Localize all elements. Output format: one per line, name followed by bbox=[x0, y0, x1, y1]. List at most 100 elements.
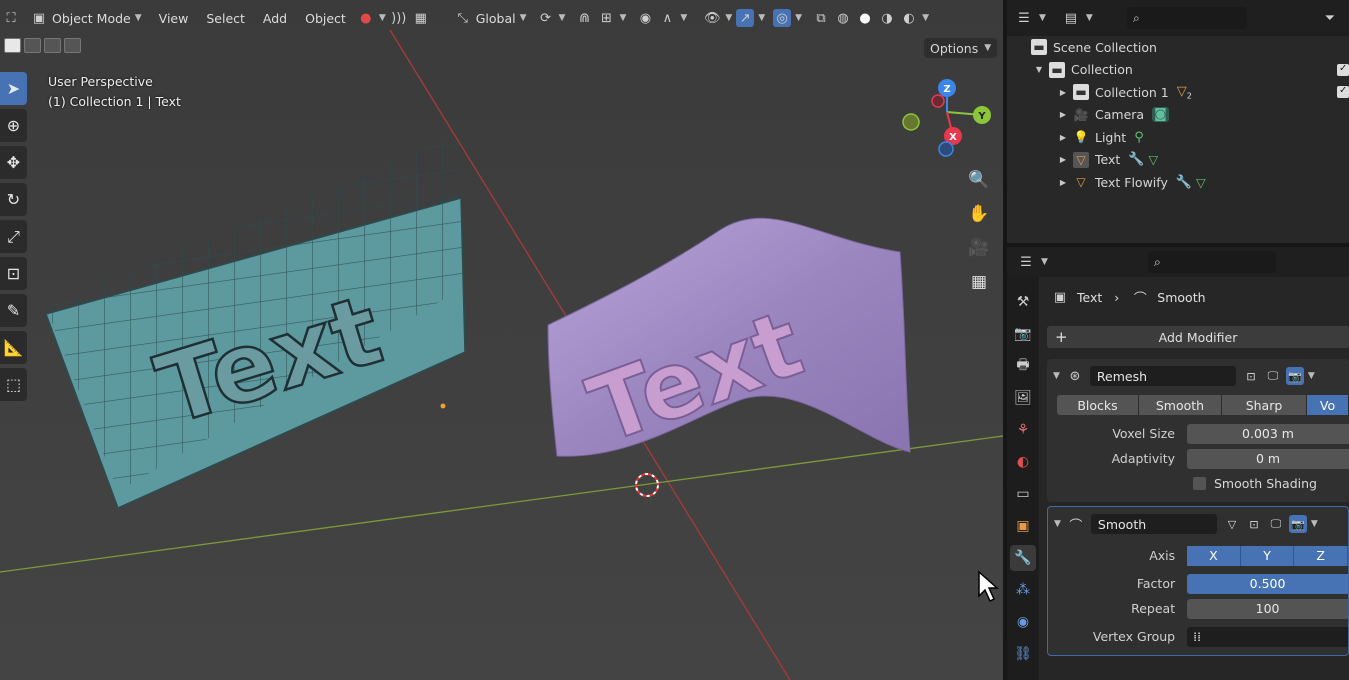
outliner-item-text[interactable]: ▶ ▽ Text 🔧 ▽ bbox=[1007, 149, 1349, 172]
select-intersect-icon[interactable] bbox=[64, 38, 81, 53]
axis-z-toggle[interactable]: Z bbox=[1294, 545, 1348, 566]
display-mode-icon[interactable]: ▤ bbox=[1062, 9, 1080, 27]
3d-viewport[interactable]: Text Text Z Y X ⛶ ▣ Object Mode ▼ View S… bbox=[0, 0, 1003, 680]
tool-tab-icon[interactable]: ⚒ bbox=[1010, 289, 1036, 315]
adaptivity-field[interactable]: 0 m bbox=[1187, 448, 1349, 469]
falloff-icon[interactable]: ))) bbox=[390, 9, 408, 27]
outliner-search-input[interactable]: ⌕ bbox=[1126, 7, 1247, 29]
visibility-icon[interactable]: 👁 bbox=[703, 9, 721, 27]
mesh-data-icon[interactable]: ▽ bbox=[1148, 152, 1158, 167]
factor-slider[interactable]: 0.500 bbox=[1187, 573, 1348, 594]
exclude-checkbox[interactable] bbox=[1337, 63, 1349, 76]
exclude-checkbox[interactable] bbox=[1337, 85, 1349, 99]
edit-mode-icon[interactable]: ⊡ bbox=[1242, 367, 1260, 385]
snap-icon[interactable]: ⋒ bbox=[575, 9, 593, 27]
menu-add[interactable]: Add bbox=[256, 6, 294, 30]
expand-arrow-icon[interactable]: ▶ bbox=[1057, 155, 1069, 164]
outliner-item-light[interactable]: ▶ 💡 Light ⚲ bbox=[1007, 126, 1349, 149]
particles-tab-icon[interactable]: ⁂ bbox=[1010, 577, 1036, 603]
snap-target-icon[interactable]: ⊞ bbox=[597, 9, 615, 27]
mode-dropdown[interactable]: ▣ Object Mode ▼ bbox=[24, 6, 148, 30]
add-modifier-button[interactable]: + Add Modifier bbox=[1047, 326, 1349, 348]
collection-row[interactable]: ▼ ▬ Collection bbox=[1007, 59, 1349, 82]
viewport-display-icon[interactable]: 🖵 bbox=[1267, 515, 1285, 533]
measure-tool-icon[interactable]: 📐 bbox=[0, 331, 27, 364]
view-layer-tab-icon[interactable]: 🖼 bbox=[1010, 385, 1036, 411]
editor-type-icon[interactable]: ⛶ bbox=[2, 9, 20, 27]
selection-mode-buttons[interactable] bbox=[4, 38, 81, 53]
solid-shading-icon[interactable]: ● bbox=[856, 9, 874, 27]
camera-data-icon[interactable]: ◙ bbox=[1152, 107, 1169, 123]
outliner-item-collection-1[interactable]: ▶ ▬ Collection 1 ▽2 bbox=[1007, 81, 1349, 104]
wrench-icon[interactable]: 🔧 bbox=[1176, 175, 1192, 190]
properties-search-input[interactable]: ⌕ bbox=[1147, 251, 1276, 273]
pan-hand-icon[interactable]: ✋ bbox=[964, 200, 994, 228]
chevron-down-icon[interactable]: ▼ bbox=[680, 13, 687, 23]
render-camera-icon[interactable]: 📷 bbox=[1288, 515, 1307, 533]
expand-arrow-icon[interactable]: ▼ bbox=[1033, 65, 1045, 74]
move-tool-icon[interactable]: ✥ bbox=[0, 146, 27, 179]
material-shading-icon[interactable]: ◑ bbox=[878, 9, 896, 27]
wrench-icon[interactable]: 🔧 bbox=[1128, 152, 1144, 167]
render-tab-icon[interactable]: 📷 bbox=[1010, 321, 1036, 347]
chevron-down-icon[interactable]: ▼ bbox=[725, 13, 732, 23]
axis-x-toggle[interactable]: X bbox=[1187, 545, 1241, 566]
mesh-data-icon[interactable]: ▽ bbox=[1196, 175, 1206, 190]
physics-tab-icon[interactable]: ◉ bbox=[1010, 609, 1036, 635]
output-tab-icon[interactable]: 🖶 bbox=[1010, 353, 1036, 379]
outliner-item-camera[interactable]: ▶ 🎥 Camera ◙ bbox=[1007, 104, 1349, 127]
grid-snap-icon[interactable]: ▦ bbox=[412, 9, 430, 27]
chevron-down-icon[interactable]: ▼ bbox=[1311, 519, 1318, 529]
vertex-group-field[interactable]: ⁞⁞ bbox=[1187, 626, 1348, 647]
transform-orientation-dropdown[interactable]: ⤡ Global ▼ bbox=[448, 6, 533, 30]
chevron-down-icon[interactable]: ▼ bbox=[619, 13, 626, 23]
rendered-shading-icon[interactable]: ◐ bbox=[900, 9, 918, 27]
editor-type-icon[interactable]: ☰ bbox=[1017, 253, 1035, 271]
menu-select[interactable]: Select bbox=[199, 6, 252, 30]
smooth-shading-checkbox[interactable] bbox=[1193, 477, 1206, 490]
menu-object[interactable]: Object bbox=[298, 6, 353, 30]
chevron-down-icon[interactable]: ▼ bbox=[559, 13, 566, 23]
chevron-down-icon[interactable]: ▼ bbox=[379, 13, 386, 23]
expand-arrow-icon[interactable]: ▶ bbox=[1057, 133, 1069, 142]
mode-smooth[interactable]: Smooth bbox=[1139, 395, 1222, 415]
falloff-curve-icon[interactable]: ∧ bbox=[658, 9, 676, 27]
camera-view-icon[interactable]: 🎥 bbox=[964, 234, 994, 262]
add-cube-tool-icon[interactable]: ⬚ bbox=[0, 368, 27, 401]
overlay-toggle-icon[interactable]: ◎ bbox=[773, 9, 792, 27]
scene-tab-icon[interactable]: ⚘ bbox=[1010, 417, 1036, 443]
chevron-down-icon[interactable]: ▼ bbox=[1086, 13, 1093, 23]
select-new-icon[interactable] bbox=[4, 38, 21, 53]
modifier-name-field[interactable]: Smooth bbox=[1090, 514, 1217, 534]
chevron-down-icon[interactable]: ▼ bbox=[1308, 371, 1315, 381]
light-data-icon[interactable]: ⚲ bbox=[1134, 130, 1144, 145]
select-tool-icon[interactable]: ➤ bbox=[0, 72, 27, 105]
menu-view[interactable]: View bbox=[152, 6, 196, 30]
scale-tool-icon[interactable]: ⤢ bbox=[0, 220, 27, 253]
collapse-arrow-icon[interactable]: ▼ bbox=[1053, 371, 1060, 381]
constraints-tab-icon[interactable]: ⛓ bbox=[1010, 641, 1036, 667]
render-camera-icon[interactable]: 📷 bbox=[1285, 367, 1304, 385]
pivot-icon[interactable]: ⟳ bbox=[537, 9, 555, 27]
expand-arrow-icon[interactable]: ▶ bbox=[1057, 88, 1069, 97]
mode-voxel[interactable]: Vo bbox=[1307, 395, 1349, 415]
collection-tab-icon[interactable]: ▭ bbox=[1010, 481, 1036, 507]
cursor-tool-icon[interactable]: ⊕ bbox=[0, 109, 27, 142]
transform-tool-icon[interactable]: ⊡ bbox=[0, 257, 27, 290]
mode-blocks[interactable]: Blocks bbox=[1057, 395, 1139, 415]
chevron-down-icon[interactable]: ▼ bbox=[795, 13, 802, 23]
annotate-tool-icon[interactable]: ✎ bbox=[0, 294, 27, 327]
expand-arrow-icon[interactable]: ▶ bbox=[1057, 178, 1069, 187]
mode-sharp[interactable]: Sharp bbox=[1222, 395, 1307, 415]
outliner-item-text-flowify[interactable]: ▶ ▽ Text Flowify 🔧 ▽ bbox=[1007, 171, 1349, 194]
axis-y-toggle[interactable]: Y bbox=[1240, 545, 1295, 566]
editor-type-icon[interactable]: ☰ bbox=[1015, 9, 1033, 27]
wireframe-shading-icon[interactable]: ◍ bbox=[834, 9, 852, 27]
repeat-field[interactable]: 100 bbox=[1187, 598, 1348, 619]
gizmo-toggle-icon[interactable]: ↗ bbox=[736, 9, 755, 27]
modifier-name-field[interactable]: Remesh bbox=[1089, 366, 1236, 386]
xray-icon[interactable]: ⧉ bbox=[812, 9, 830, 27]
expand-arrow-icon[interactable]: ▶ bbox=[1057, 110, 1069, 119]
options-dropdown[interactable]: Options ▼ bbox=[924, 38, 998, 58]
chevron-down-icon[interactable]: ▼ bbox=[922, 13, 929, 23]
